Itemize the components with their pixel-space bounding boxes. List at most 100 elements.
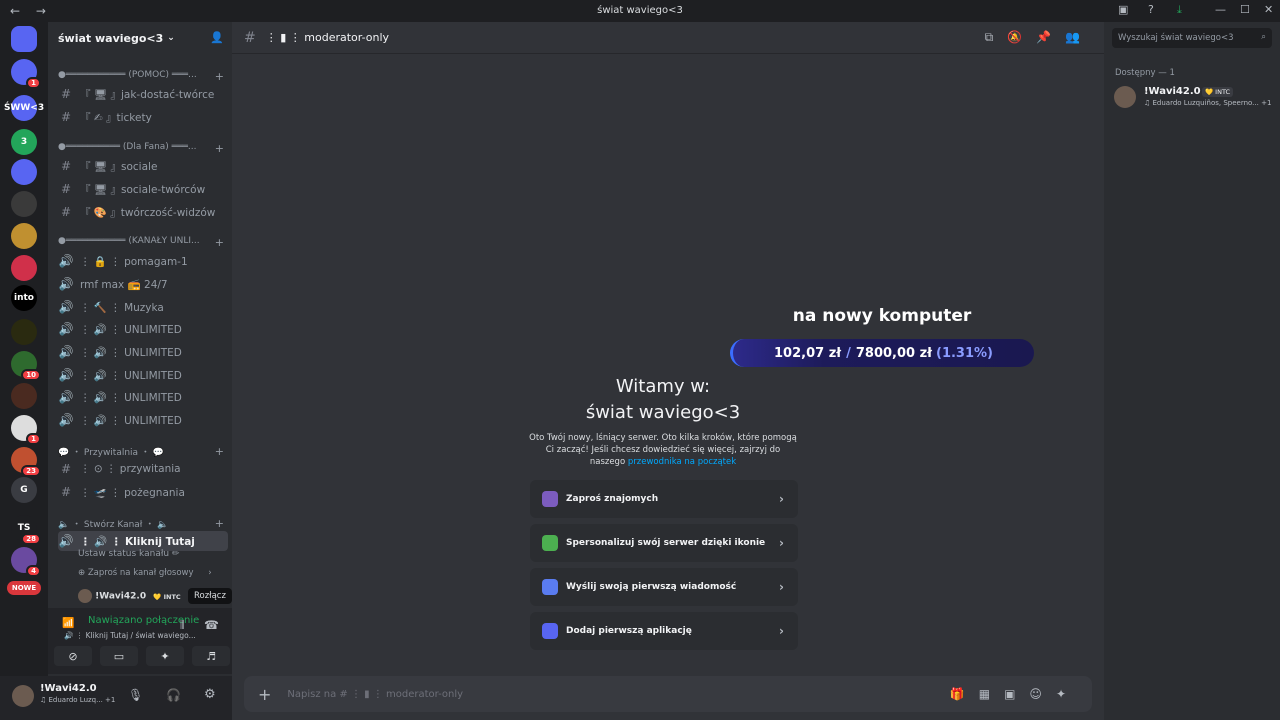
voice-invite-row[interactable]: ⊕ Zaproś na kanał głosowy › — [78, 568, 212, 578]
activities-icon: ✦ — [160, 649, 170, 663]
channel-item[interactable]: 🔊 ⋮ 🔨 ⋮ Muzyka — [58, 297, 228, 317]
attach-plus-icon[interactable]: + — [258, 685, 271, 704]
server-yellow-icon[interactable] — [11, 319, 37, 345]
server-white-icon[interactable]: 1 — [11, 415, 41, 445]
channel-label: ⋮ 🔨 ⋮ Muzyka — [80, 301, 164, 314]
unread-badge: 23 — [21, 465, 41, 477]
add-channel-icon[interactable]: + — [215, 70, 224, 80]
member-item[interactable]: !Wavi42.0 💛 INTC ♫ Eduardo Luzquiños, Sp… — [1114, 84, 1274, 110]
avatar[interactable] — [12, 685, 34, 707]
channel-label: ⋮ ⊙ ⋮ przywitania — [80, 463, 181, 475]
welcome-text: Oto Twój nowy, lśniący serwer. Oto kilka… — [529, 433, 797, 467]
channel-item[interactable]: 🔊 ⋮ 🔊 ⋮ UNLIMITED — [58, 365, 228, 385]
header-toolbar[interactable]: ⧉🔕📌👥 — [985, 30, 1094, 45]
channel-item[interactable]: 🔊 ⋮ 🔊 ⋮ UNLIMITED — [58, 410, 228, 430]
channel-item[interactable]: # 『 🖥 』sociale — [58, 156, 228, 176]
channel-label: ⋮ 🔊 ⋮ UNLIMITED — [80, 391, 182, 404]
server-ts-icon[interactable]: TS 28 — [11, 515, 41, 545]
screen-icon[interactable]: ▣ — [1118, 3, 1128, 16]
server-swiat-icon[interactable]: ŚWW<3 — [4, 95, 44, 121]
server-photo-icon[interactable] — [11, 383, 37, 409]
channel-label: 『 🎨 』twórczość-widzów — [80, 206, 216, 219]
server-dark-icon[interactable] — [11, 191, 37, 217]
channel-label: ⋮ 🔊 ⋮ UNLIMITED — [80, 369, 182, 382]
maximize-icon[interactable]: ☐ — [1240, 3, 1250, 16]
search-input[interactable]: Wyszukaj świat waviego<3 ⌕ — [1112, 28, 1272, 48]
channel-item[interactable]: 🔊 ⋮ 🔊 ⋮ Kliknij Tutaj — [58, 531, 228, 551]
connection-channel[interactable]: 🔊 ⋮ Kliknij Tutaj / świat waviego... — [64, 631, 204, 640]
channel-label: 『 🖥 』sociale-twórców — [80, 183, 206, 196]
goal-percent: (1.31%) — [936, 345, 993, 361]
invite-icon[interactable]: 👤 — [210, 31, 224, 44]
category-kanaly-unlimited[interactable]: ●═══════════ (KANAŁY UNLI... + — [58, 236, 228, 246]
settings-gear-icon[interactable]: ⚙ — [204, 687, 216, 702]
voice-member[interactable]: !Wavi42.0 💛 INTC — [78, 589, 181, 603]
chevron-right-icon: › — [779, 492, 784, 506]
category-stworz-kanal[interactable]: 🔈 ・ Stwórz Kanał ・ 🔈 + — [58, 517, 228, 530]
chevron-right-icon: › — [208, 568, 212, 578]
channel-item[interactable]: # 『 🖥 』jak-dostać-twórce — [58, 84, 228, 104]
minimize-icon[interactable]: — — [1215, 3, 1226, 16]
channel-item[interactable]: 🔊 rmf max 📻 24/7 — [58, 274, 228, 294]
server-green-icon[interactable]: 3 — [11, 129, 37, 155]
card-icon — [542, 491, 558, 507]
discord-home-icon[interactable] — [11, 26, 37, 52]
disconnect-icon[interactable]: ☎ — [204, 618, 219, 632]
username[interactable]: !Wavi42.0 — [40, 683, 97, 694]
category-dla-fana[interactable]: ●══════════ (Dla Fana) ═══... + — [58, 142, 228, 152]
unread-badge: 1 — [26, 77, 41, 89]
category-pomoc[interactable]: ●═══════════ (POMOC) ═══... + — [58, 70, 228, 80]
screen-share-button[interactable]: ▭ — [100, 646, 138, 666]
text-channel-icon: # — [60, 110, 72, 124]
channel-item[interactable]: # 『 ✍ 』tickety — [58, 107, 228, 127]
input-toolbar[interactable]: 🎁▦▣☺✦ — [950, 687, 1080, 701]
category-przywitalnia[interactable]: 💬 ・ Przywitalnia ・ 💬 + — [58, 445, 228, 458]
server-green2-icon[interactable]: 10 — [11, 351, 41, 381]
server-bot-icon[interactable] — [11, 159, 37, 185]
camera-off-button[interactable]: ⊘ — [54, 646, 92, 666]
noise-suppression-icon[interactable]: ⫼ — [180, 620, 185, 631]
channel-item[interactable]: # 『 🎨 』twórczość-widzów — [58, 202, 228, 222]
add-channel-icon[interactable]: + — [215, 236, 224, 246]
server-purple-icon[interactable]: 4 — [11, 547, 41, 577]
help-icon[interactable]: ? — [1148, 3, 1154, 16]
server-intocn-icon[interactable]: into — [11, 285, 37, 311]
channel-item[interactable]: # ⋮ ⊙ ⋮ przywitania — [58, 459, 228, 479]
server-gold-icon[interactable] — [11, 223, 37, 249]
goal-target: 7800,00 zł — [855, 345, 932, 361]
add-channel-icon[interactable]: + — [215, 445, 224, 458]
download-icon[interactable]: ⤓ — [1177, 3, 1182, 17]
channel-item[interactable]: # ⋮ 🛫 ⋮ pożegnania — [58, 482, 228, 502]
close-icon[interactable]: ✕ — [1264, 3, 1273, 16]
soundboard-button[interactable]: ♬ — [192, 646, 230, 666]
onboarding-card[interactable]: Spersonalizuj swój serwer dzięki ikonie › — [530, 524, 798, 562]
server-discord-icon[interactable]: 1 — [11, 59, 41, 89]
onboarding-card[interactable]: Zaproś znajomych › — [530, 480, 798, 518]
channel-item[interactable]: 🔊 ⋮ 🔊 ⋮ UNLIMITED — [58, 319, 228, 339]
channel-item[interactable]: # 『 🖥 』sociale-twórców — [58, 179, 228, 199]
add-channel-icon[interactable]: + — [215, 517, 224, 530]
headphones-icon[interactable]: 🎧 — [166, 688, 181, 702]
screen-share-icon: ▭ — [113, 649, 125, 663]
channel-label: rmf max 📻 24/7 — [80, 278, 168, 291]
channel-item[interactable]: 🔊 ⋮ 🔊 ⋮ UNLIMITED — [58, 342, 228, 362]
server-anime-icon[interactable]: 23 — [11, 447, 41, 477]
server-heart-icon[interactable]: G — [11, 477, 37, 503]
microphone-icon[interactable]: 🎙 — [128, 688, 143, 702]
server-red-icon[interactable] — [11, 255, 37, 281]
voice-channel-icon: 🔊 — [58, 277, 74, 291]
soundboard-icon: ♬ — [206, 649, 216, 663]
guide-link[interactable]: przewodnika na początek — [628, 457, 736, 467]
channel-label: ⋮ 🔊 ⋮ Kliknij Tutaj — [80, 535, 195, 548]
add-channel-icon[interactable]: + — [215, 142, 224, 152]
signal-icon[interactable]: 📶 — [62, 618, 74, 629]
channel-item[interactable]: 🔊 ⋮ 🔒 ⋮ pomagam-1 — [58, 251, 228, 271]
activities-button[interactable]: ✦ — [146, 646, 184, 666]
server-header[interactable]: świat waviego<3 ⌄ 👤 — [48, 22, 232, 54]
onboarding-card[interactable]: Dodaj pierwszą aplikację › — [530, 612, 798, 650]
voice-status-setter[interactable]: Ustaw status kanału ✏ — [78, 549, 180, 559]
channel-item[interactable]: 🔊 ⋮ 🔊 ⋮ UNLIMITED — [58, 387, 228, 407]
server-new-icon[interactable]: NOWE — [7, 581, 41, 595]
onboarding-card[interactable]: Wyślij swoją pierwszą wiadomość › — [530, 568, 798, 606]
message-input[interactable]: + Napisz na # ⋮ ▮ ⋮ moderator-only 🎁▦▣☺✦ — [244, 676, 1092, 712]
